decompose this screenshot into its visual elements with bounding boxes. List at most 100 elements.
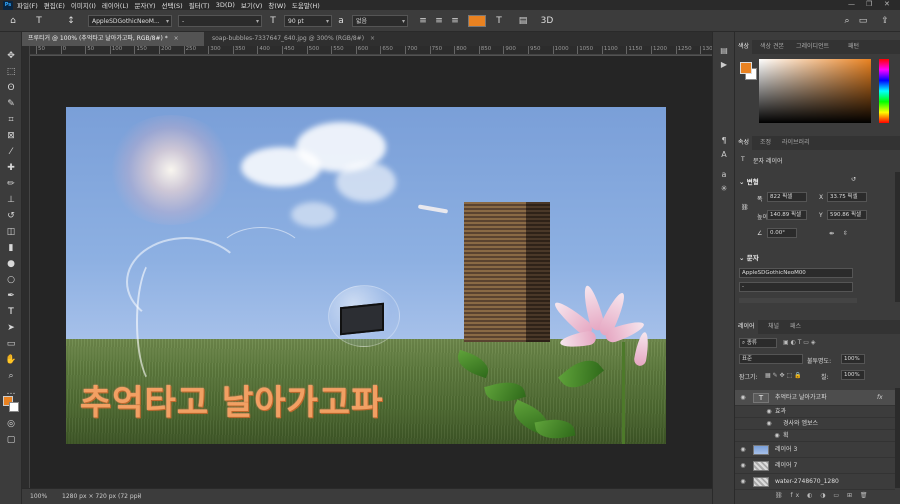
menu-help[interactable]: 도움말(H) [292,0,320,10]
layer-filter-select[interactable]: ⌕ 종류 [739,338,777,348]
visibility-eye-icon[interactable]: ◉ [739,474,747,490]
tab-document-2[interactable]: soap-bubbles-7337647_640.jpg @ 300% (RGB… [206,32,386,46]
font-size-select[interactable]: 90 pt ▾ [284,15,332,27]
actions-panel-icon[interactable]: ▶ [718,60,730,70]
eraser-tool-icon[interactable]: ◫ [4,226,18,238]
antialias-select[interactable]: 없음 ▾ [352,15,408,27]
warp-text-icon[interactable]: T [492,15,506,27]
layer-effect-bevel[interactable]: ◉ 경사와 엠보스 [735,418,895,430]
menu-type[interactable]: 문자(Y) [135,0,156,10]
width-field[interactable]: 822 픽셀 [767,192,807,202]
flip-horizontal-icon[interactable]: ⇹ [829,230,834,237]
zoom-level[interactable]: 100% [30,493,47,500]
layer-row[interactable]: ◉ 레이어 3 [735,442,895,458]
status-menu-icon[interactable]: › [138,493,140,500]
healing-brush-tool-icon[interactable]: ✚ [4,162,18,174]
visibility-eye-icon[interactable]: ◉ [773,430,781,442]
crop-tool-icon[interactable]: ⌗ [4,114,18,126]
visibility-eye-icon[interactable]: ◉ [765,418,773,430]
tab-properties[interactable]: 속성 [735,136,753,150]
tab-gradients[interactable]: 그레이디언트 [793,40,832,54]
frame-tool-icon[interactable]: ⊠ [4,130,18,142]
zoom-tool-icon[interactable]: ⌕ [4,370,18,382]
layer-row-text[interactable]: ◉ T 추억타고 날아가고파 fx [735,390,895,406]
tab-swatches[interactable]: 색상 견본 [757,40,787,54]
3d-icon[interactable]: 3D [540,15,554,27]
quick-select-tool-icon[interactable]: ✎ [4,98,18,110]
blur-tool-icon[interactable]: ● [4,258,18,270]
x-field[interactable]: 33.75 픽셀 [827,192,867,202]
lasso-tool-icon[interactable]: ʘ [4,82,18,94]
layer-effect-stroke[interactable]: ◉ 획 [735,430,895,442]
color-picker-field[interactable] [759,59,871,123]
search-icon[interactable]: ⌕ [840,15,854,27]
type-tool-icon[interactable]: T [4,306,18,318]
type-section-header[interactable]: ⌄ 문자 [739,252,759,262]
angle-field[interactable]: 0.00° [767,228,797,238]
tab-layers[interactable]: 레이어 [735,320,758,334]
font-style-select[interactable]: - ▾ [178,15,262,27]
y-field[interactable]: 590.86 픽셀 [827,210,867,220]
tab-close-icon[interactable]: × [174,35,179,42]
paragraph-panel-icon[interactable]: ¶ [718,136,730,146]
menu-filter[interactable]: 필터(T) [189,0,210,10]
hue-slider[interactable] [879,59,889,123]
menu-3d[interactable]: 3D(D) [216,1,235,9]
move-tool-icon[interactable]: ✥ [4,50,18,62]
brush-settings-icon[interactable]: ✳ [718,184,730,194]
flip-vertical-icon[interactable]: ⇳ [843,230,848,237]
history-brush-tool-icon[interactable]: ↺ [4,210,18,222]
close-window-icon[interactable]: ✕ [884,0,890,8]
tab-color[interactable]: 색상 [735,40,753,54]
share-icon[interactable]: ⇪ [878,15,892,27]
background-color-swatch[interactable] [9,402,19,412]
properties-font-select[interactable]: AppleSDGothicNeoM00 [739,268,853,278]
tab-libraries[interactable]: 라이브러리 [779,136,813,150]
tab-adjustments[interactable]: 조정 [757,136,774,150]
layer-filter-icons[interactable]: ▣ ◐ T ▭ ◈ [783,339,815,346]
properties-font-style-select[interactable]: - [739,282,853,292]
layer-actions-bar[interactable]: ⛓ fx ◐ ◑ ▭ ⊞ 🗑 [775,492,871,499]
reset-transform-icon[interactable]: ↺ [851,176,856,183]
tab-paths[interactable]: 패스 [787,320,804,334]
fill-field[interactable]: 100% [841,370,865,380]
hand-tool-icon[interactable]: ✋ [4,354,18,366]
tab-channels[interactable]: 채널 [765,320,782,334]
canvas-text-layer[interactable]: 추억타고 날아가고파 [80,375,383,424]
properties-scrollbar[interactable] [895,172,900,302]
menu-view[interactable]: 보기(V) [241,0,262,10]
blend-mode-select[interactable]: 표준 [739,354,803,364]
history-panel-icon[interactable]: ▤ [718,46,730,56]
type-tool-preset-icon[interactable]: T [32,15,46,27]
marquee-tool-icon[interactable]: ⬚ [4,66,18,78]
toggle-orientation-icon[interactable]: ↕ [64,15,78,27]
path-selection-tool-icon[interactable]: ➤ [4,322,18,334]
text-color-swatch[interactable] [468,15,486,27]
restore-icon[interactable]: ❐ [866,0,872,8]
brush-tool-icon[interactable]: ✏ [4,178,18,190]
character-panel-icon[interactable]: A [718,150,730,160]
layer-row[interactable]: ◉ 레이어 7 [735,458,895,474]
gradient-tool-icon[interactable]: ▮ [4,242,18,254]
home-icon[interactable]: ⌂ [6,15,20,27]
layer-effects-row[interactable]: ◉ 효과 [735,406,895,418]
visibility-eye-icon[interactable]: ◉ [739,442,747,458]
workspace-icon[interactable]: ▭ [856,15,870,27]
font-family-select[interactable]: AppleSDGothicNeoM... ▾ [88,15,172,27]
menu-select[interactable]: 선택(S) [162,0,183,10]
visibility-eye-icon[interactable]: ◉ [739,458,747,474]
document-canvas[interactable]: 추억타고 날아가고파 [66,107,666,444]
height-field[interactable]: 140.89 픽셀 [767,210,807,220]
tab-close-icon[interactable]: × [370,35,375,42]
align-center-icon[interactable]: ≡ [432,15,446,27]
glyphs-panel-icon[interactable]: a [718,170,730,180]
tab-document-1[interactable]: 프루티거 @ 100% (추억타고 날아가고파, RGB/8#) * × [22,32,204,46]
layer-row[interactable]: ◉ water-2748670_1280 [735,474,895,490]
lock-icons[interactable]: ▦ ✎ ✥ ⬚ 🔒 [765,372,802,379]
opacity-field[interactable]: 100% [841,354,865,364]
visibility-eye-icon[interactable]: ◉ [739,390,747,406]
tab-patterns[interactable]: 패턴 [845,40,862,54]
panel-foreground-swatch[interactable] [740,62,752,74]
menu-edit[interactable]: 편집(E) [44,0,65,10]
link-icon[interactable]: ⛓ [741,204,749,211]
